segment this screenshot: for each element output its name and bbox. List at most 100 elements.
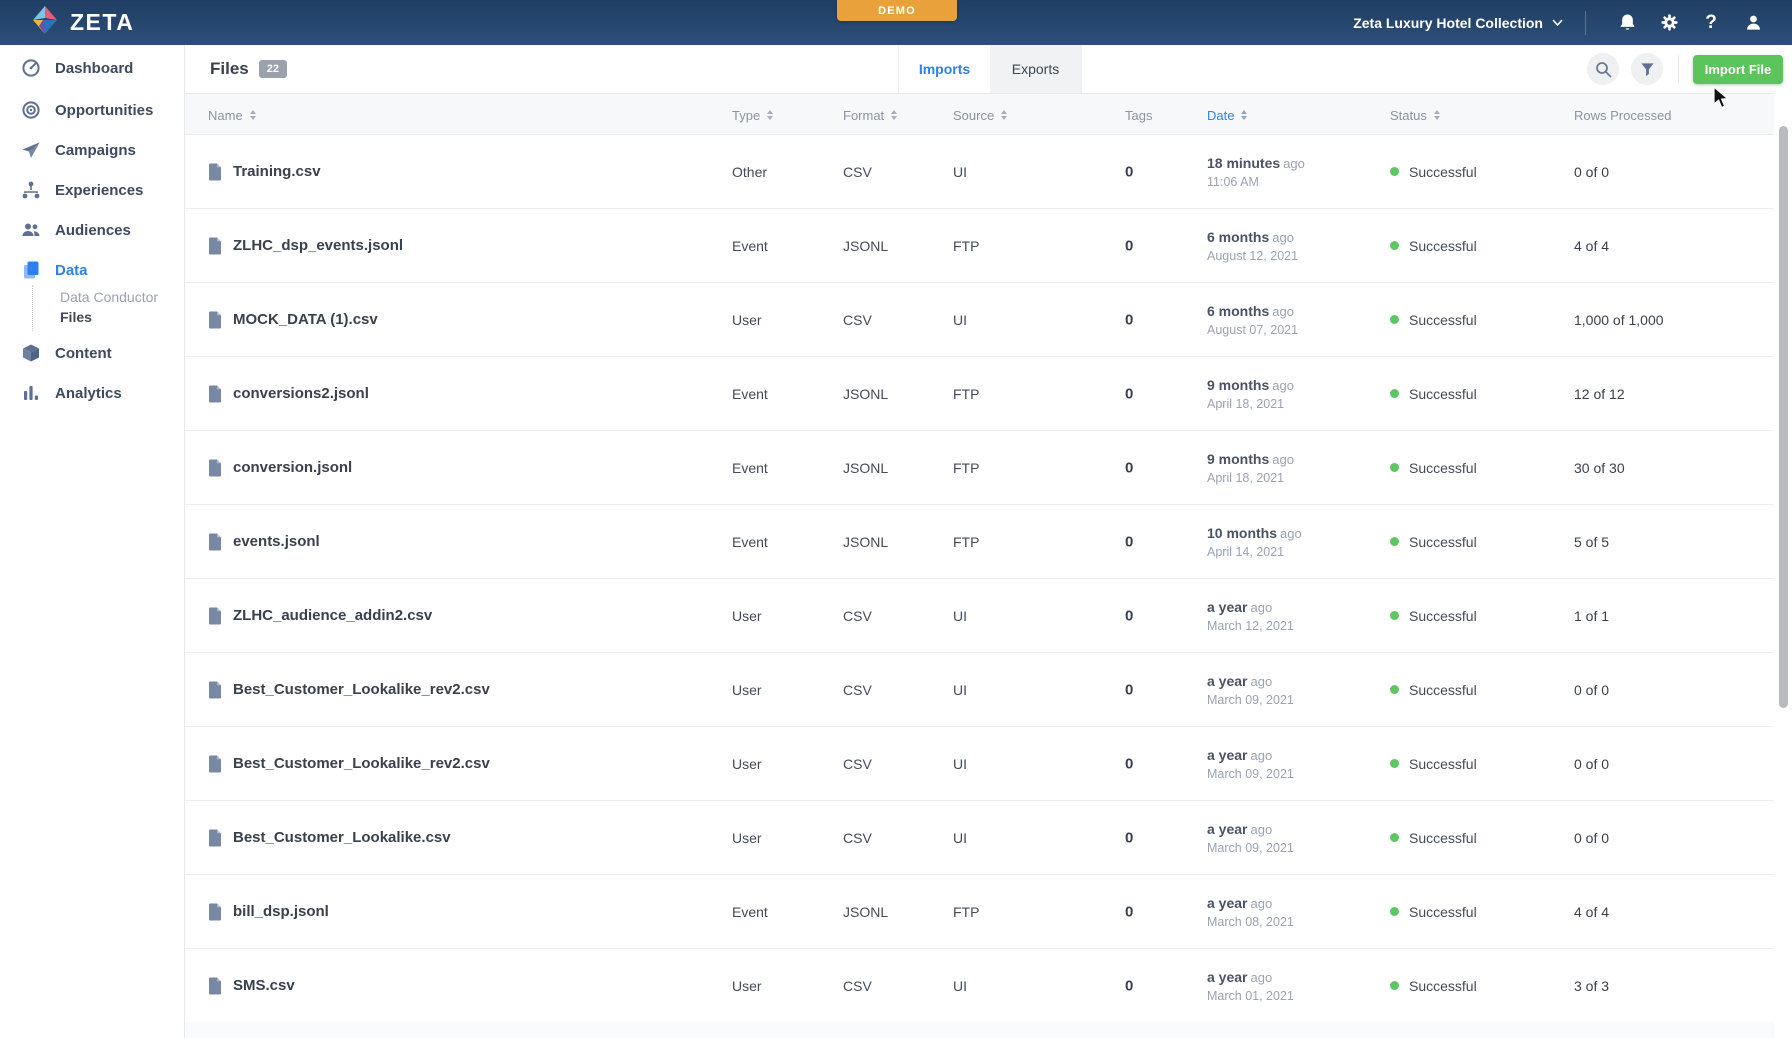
file-name-cell[interactable]: Best_Customer_Lookalike.csv — [208, 829, 451, 847]
table-row[interactable]: events.jsonl Event JSONL FTP 0 10 months… — [185, 505, 1774, 579]
file-name-cell[interactable]: MOCK_DATA (1).csv — [208, 311, 378, 329]
column-header-date[interactable]: Date — [1207, 94, 1248, 136]
status-cell: Successful — [1390, 608, 1477, 624]
tags-cell: 0 — [1125, 755, 1133, 772]
file-name-cell[interactable]: SMS.csv — [208, 977, 295, 995]
status-cell: Successful — [1390, 312, 1477, 328]
account-name: Zeta Luxury Hotel Collection — [1353, 15, 1543, 31]
date-cell: 9 monthsago April 18, 2021 — [1207, 451, 1294, 485]
status-cell: Successful — [1390, 164, 1477, 180]
column-header-status[interactable]: Status — [1390, 94, 1441, 136]
filter-funnel-icon — [1640, 62, 1655, 77]
type-cell: User — [732, 830, 762, 846]
table-row[interactable]: Best_Customer_Lookalike.csv User CSV UI … — [185, 801, 1774, 875]
sidebar-item-label: Data — [55, 262, 88, 279]
sidebar-item-files[interactable]: Files — [0, 307, 185, 327]
sidebar-item-label: Opportunities — [55, 102, 153, 119]
tags-cell: 0 — [1125, 977, 1133, 994]
demo-badge: DEMO — [837, 0, 957, 21]
app-root: ZETA DEMO Zeta Luxury Hotel Collection — [0, 0, 1792, 1038]
help-button[interactable]: ? — [1690, 0, 1732, 45]
tags-cell: 0 — [1125, 681, 1133, 698]
sidebar-item-dashboard[interactable]: Dashboard — [0, 55, 185, 81]
sidebar-item-audiences[interactable]: Audiences — [0, 217, 185, 243]
format-cell: CSV — [843, 164, 872, 180]
status-label: Successful — [1409, 978, 1477, 994]
table-row[interactable]: MOCK_DATA (1).csv User CSV UI 0 6 months… — [185, 283, 1774, 357]
sidebar-item-data-conductor[interactable]: Data Conductor — [0, 287, 185, 307]
sidebar-item-content[interactable]: Content — [0, 340, 185, 366]
tags-cell: 0 — [1125, 237, 1133, 254]
file-name-cell[interactable]: ZLHC_audience_addin2.csv — [208, 607, 432, 625]
settings-button[interactable] — [1648, 0, 1690, 45]
column-header-name[interactable]: Name — [208, 94, 257, 136]
status-cell: Successful — [1390, 682, 1477, 698]
sidebar-item-data[interactable]: Data — [0, 257, 185, 283]
file-name-cell[interactable]: Best_Customer_Lookalike_rev2.csv — [208, 681, 490, 699]
sidebar-item-label: Content — [55, 345, 112, 362]
sidebar-item-experiences[interactable]: Experiences — [0, 177, 185, 203]
file-name-cell[interactable]: bill_dsp.jsonl — [208, 903, 329, 921]
tags-cell: 0 — [1125, 385, 1133, 402]
table-row[interactable]: bill_dsp.jsonl Event JSONL FTP 0 a yeara… — [185, 875, 1774, 949]
format-cell: CSV — [843, 608, 872, 624]
page-header: Files 22 Imports Exports Import File — [185, 45, 1792, 93]
status-label: Successful — [1409, 756, 1477, 772]
table-row[interactable]: conversion.jsonl Event JSONL FTP 0 9 mon… — [185, 431, 1774, 505]
sort-icon — [1240, 109, 1248, 121]
file-name-cell[interactable]: conversion.jsonl — [208, 459, 352, 477]
type-cell: Event — [732, 386, 768, 402]
source-cell: UI — [953, 164, 967, 180]
type-cell: User — [732, 978, 762, 994]
zeta-logo[interactable]: ZETA — [30, 0, 134, 45]
zeta-logo-icon — [30, 5, 60, 40]
file-name-cell[interactable]: Best_Customer_Lookalike_rev2.csv — [208, 755, 490, 773]
table-row[interactable]: ZLHC_audience_addin2.csv User CSV UI 0 a… — [185, 579, 1774, 653]
tags-cell: 0 — [1125, 163, 1133, 180]
tab-imports[interactable]: Imports — [898, 45, 990, 93]
table-row[interactable]: ZLHC_dsp_events.jsonl Event JSONL FTP 0 … — [185, 209, 1774, 283]
status-dot-icon — [1390, 685, 1399, 694]
file-name-cell[interactable]: Training.csv — [208, 163, 321, 181]
format-cell: JSONL — [843, 904, 888, 920]
table-row[interactable]: Training.csv Other CSV UI 0 18 minutesag… — [185, 135, 1774, 209]
date-cell: 6 monthsago August 12, 2021 — [1207, 229, 1298, 263]
gear-icon — [1660, 13, 1679, 32]
profile-button[interactable] — [1732, 0, 1774, 45]
table-row[interactable]: Best_Customer_Lookalike_rev2.csv User CS… — [185, 727, 1774, 801]
column-header-format[interactable]: Format — [843, 94, 898, 136]
file-name-cell[interactable]: events.jsonl — [208, 533, 320, 551]
file-name-cell[interactable]: ZLHC_dsp_events.jsonl — [208, 237, 403, 255]
search-button[interactable] — [1587, 53, 1619, 85]
document-icon — [208, 903, 222, 921]
sidebar-item-label: Dashboard — [55, 60, 133, 77]
source-cell: FTP — [953, 534, 979, 550]
tab-exports[interactable]: Exports — [990, 45, 1082, 93]
status-label: Successful — [1409, 608, 1477, 624]
sort-icon — [1433, 109, 1441, 121]
sidebar: Dashboard Opportunities Campaigns Experi… — [0, 45, 185, 1038]
table-row[interactable]: Best_Customer_Lookalike_rev2.csv User CS… — [185, 653, 1774, 727]
bell-icon — [1618, 13, 1637, 33]
rows-processed-cell: 0 of 0 — [1574, 164, 1609, 180]
account-switcher[interactable]: Zeta Luxury Hotel Collection — [1353, 15, 1563, 31]
type-cell: User — [732, 608, 762, 624]
column-header-type[interactable]: Type — [732, 94, 774, 136]
file-name-cell[interactable]: conversions2.jsonl — [208, 385, 369, 403]
filter-button[interactable] — [1631, 53, 1663, 85]
format-cell: JSONL — [843, 460, 888, 476]
sidebar-subitem-label: Files — [60, 309, 92, 325]
vertical-scrollbar-thumb[interactable] — [1779, 126, 1788, 708]
import-file-button[interactable]: Import File — [1693, 55, 1783, 84]
sidebar-item-analytics[interactable]: Analytics — [0, 380, 185, 406]
column-header-source[interactable]: Source — [953, 94, 1008, 136]
status-cell: Successful — [1390, 534, 1477, 550]
date-cell: a yearago March 09, 2021 — [1207, 747, 1294, 781]
next-row-edge — [185, 1022, 1774, 1038]
notifications-button[interactable] — [1606, 0, 1648, 45]
table-row[interactable]: conversions2.jsonl Event JSONL FTP 0 9 m… — [185, 357, 1774, 431]
table-row[interactable]: SMS.csv User CSV UI 0 a yearago March 01… — [185, 949, 1774, 1023]
sidebar-item-opportunities[interactable]: Opportunities — [0, 97, 185, 123]
rows-processed-cell: 0 of 0 — [1574, 830, 1609, 846]
sidebar-item-campaigns[interactable]: Campaigns — [0, 137, 185, 163]
